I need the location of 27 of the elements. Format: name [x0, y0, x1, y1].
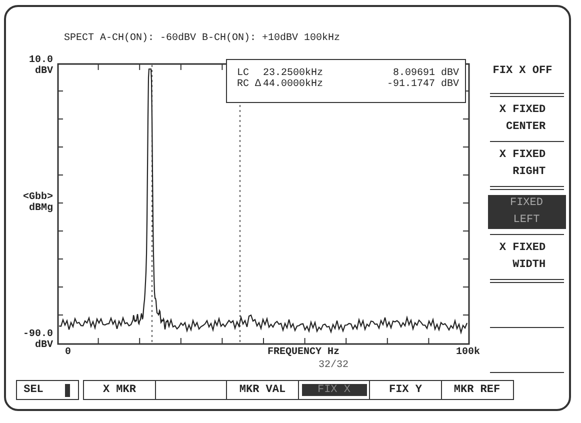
menu-item[interactable]: X FIXED RIGHT — [495, 147, 551, 181]
soft-key[interactable]: MKR REF — [440, 380, 514, 400]
soft-key[interactable]: FIX Y — [369, 380, 442, 400]
axis-title: FREQUENCY Hz — [267, 347, 340, 358]
soft-key[interactable]: MKR VAL — [226, 380, 299, 400]
marker-label: LC — [237, 68, 250, 79]
selector-icon — [65, 384, 70, 396]
axis-label: -90.0 dBV — [22, 329, 53, 351]
axis-label: 0 — [65, 347, 72, 358]
soft-key[interactable]: FIX X — [298, 380, 370, 400]
menu-item[interactable]: X FIXED WIDTH — [495, 240, 551, 274]
soft-key[interactable]: SEL — [16, 380, 78, 400]
marker-frequency: 23.2500kHz — [263, 68, 324, 79]
menu-item[interactable]: X FIXED CENTER — [495, 102, 551, 136]
marker-frequency: 44.0000kHz — [263, 79, 324, 90]
marker-value: 8.09691 dBV — [392, 68, 459, 79]
axis-label: <Gbb> dBMg — [22, 192, 53, 214]
marker-label: RC ∆ — [237, 79, 262, 90]
soft-key[interactable] — [154, 380, 228, 400]
marker-value: -91.1747 dBV — [386, 79, 459, 90]
soft-key[interactable]: X MKR — [83, 380, 156, 400]
menu-item[interactable]: FIXED LEFT — [488, 195, 566, 229]
menu-item[interactable]: FIX X OFF — [488, 62, 558, 80]
status-header: SPECT A-CH(ON): -60dBV B-CH(ON): +10dBV 100kHz — [64, 33, 340, 44]
axis-label: 100k — [456, 347, 480, 358]
page-counter: 32/32 — [318, 360, 348, 371]
axis-label: 10.0 dBV — [28, 55, 53, 77]
